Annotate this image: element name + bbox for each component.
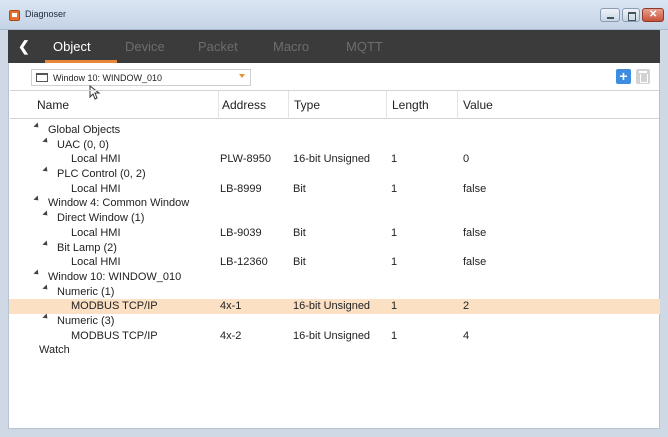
object-panel: Window 10: WINDOW_010 + Name Address Typ… [8,63,660,429]
expand-triangle-icon[interactable] [42,313,50,321]
tree-item-label: Numeric (1) [57,285,115,298]
expand-triangle-icon[interactable] [33,195,41,203]
window-title: Diagnoser [25,9,67,19]
tree-item-label: Window 4: Common Window [48,197,190,210]
column-divider [457,91,458,119]
tree-item-label: UAC (0, 0) [57,138,109,151]
tab-device[interactable]: Device [125,39,165,54]
column-header-type[interactable]: Type [294,98,320,112]
tree-row[interactable]: MODBUS TCP/IP 4x-2 16-bit Unsigned 1 4 [9,329,660,344]
column-header-value[interactable]: Value [463,98,493,112]
cell-value: false [463,226,487,239]
tree-row[interactable]: Local HMI LB-8999 Bit 1 false [9,182,660,197]
tree-item-label: Window 10: WINDOW_010 [48,270,182,283]
cell-length: 1 [391,300,398,313]
tree-row[interactable]: Local HMI LB-9039 Bit 1 false [9,226,660,241]
tree-row[interactable]: Numeric (1) [9,284,660,300]
column-divider [218,91,219,119]
expand-triangle-icon[interactable] [33,122,41,130]
close-button[interactable] [642,8,664,22]
tree-row[interactable]: Local HMI LB-12360 Bit 1 false [9,255,660,270]
tree-item-label: Global Objects [48,124,121,136]
tree-item-label: Local HMI [71,153,121,166]
expand-triangle-icon[interactable] [42,137,50,145]
cell-value: false [463,256,487,269]
cell-type: 16-bit Unsigned [293,153,371,166]
cell-length: 1 [391,182,398,195]
window-select-dropdown[interactable]: Window 10: WINDOW_010 [31,69,251,86]
tab-bar: ❮ Object Device Packet Macro MQTT [8,30,660,63]
window-icon [36,73,48,82]
title-bar: Diagnoser [0,0,668,30]
tree-row[interactable]: Bit Lamp (2) [9,239,660,256]
tree-item-label: Bit Lamp (2) [57,241,117,254]
tab-mqtt[interactable]: MQTT [346,39,383,54]
cell-type: Bit [293,182,306,195]
cell-length: 1 [391,153,398,166]
cell-address: 4x-2 [220,329,242,342]
cell-address: LB-8999 [220,182,262,195]
cell-value: 2 [463,300,470,313]
tree-item-label: Local HMI [71,182,121,195]
column-header-length[interactable]: Length [392,98,429,112]
cell-length: 1 [391,226,398,239]
column-header-address[interactable]: Address [222,98,266,112]
cell-length: 1 [391,329,398,342]
maximize-button[interactable] [622,8,640,22]
tree-row[interactable]: Watch [9,343,660,358]
tab-object[interactable]: Object [53,39,91,54]
tree-row[interactable]: Numeric (3) [9,313,660,329]
tree-item-label: MODBUS TCP/IP [71,329,158,342]
cell-address: LB-9039 [220,226,262,239]
cell-length: 1 [391,256,398,269]
expand-triangle-icon[interactable] [33,269,41,277]
tree-item-label: Local HMI [71,226,121,239]
tree-item-label: Local HMI [71,256,121,269]
tree-row[interactable]: PLC Control (0, 2) [9,166,660,182]
app-icon [9,10,20,21]
window-select-value: Window 10: WINDOW_010 [53,73,163,83]
cell-type: Bit [293,226,306,239]
chevron-down-icon[interactable] [239,74,245,78]
minimize-button[interactable] [600,8,620,22]
table-header: Name Address Type Length Value [10,90,659,119]
tab-packet[interactable]: Packet [198,39,238,54]
tree-row[interactable]: Local HMI PLW-8950 16-bit Unsigned 1 0 [9,152,660,167]
cell-type: Bit [293,256,306,269]
tree-row[interactable]: Window 10: WINDOW_010 [9,269,660,285]
cell-address: 4x-1 [220,300,242,313]
tree-row[interactable]: Window 4: Common Window [9,195,660,211]
cell-type: 16-bit Unsigned [293,300,371,313]
expand-triangle-icon[interactable] [42,284,50,292]
column-divider [386,91,387,119]
tree-item-label: PLC Control (0, 2) [57,168,146,181]
expand-triangle-icon[interactable] [42,166,50,174]
tree-item-label: Numeric (3) [57,314,115,327]
column-header-name[interactable]: Name [37,98,69,112]
tree-item-label: Direct Window (1) [57,212,145,225]
tree-row[interactable]: Global Objects [9,122,660,138]
cell-address: PLW-8950 [220,153,271,166]
column-divider [288,91,289,119]
add-button[interactable]: + [616,69,631,84]
expand-triangle-icon[interactable] [42,210,50,218]
cell-value: false [463,182,487,195]
trash-icon[interactable] [636,69,650,84]
object-tree: Global Objects UAC (0, 0) Local HMI PLW-895… [9,122,660,358]
expand-triangle-icon[interactable] [42,239,50,248]
tree-row[interactable]: Direct Window (1) [9,210,660,226]
cell-address: LB-12360 [220,256,268,269]
tree-row[interactable]: UAC (0, 0) [9,137,660,153]
cell-value: 0 [463,153,470,166]
tree-item-label: Watch [39,344,70,357]
cell-type: 16-bit Unsigned [293,329,371,342]
cell-value: 4 [463,329,470,342]
tree-row[interactable]: MODBUS TCP/IP 4x-1 16-bit Unsigned 1 2 [9,299,660,314]
back-chevron-icon[interactable]: ❮ [18,38,30,55]
tree-item-label: MODBUS TCP/IP [71,300,158,313]
tab-macro[interactable]: Macro [273,39,309,54]
